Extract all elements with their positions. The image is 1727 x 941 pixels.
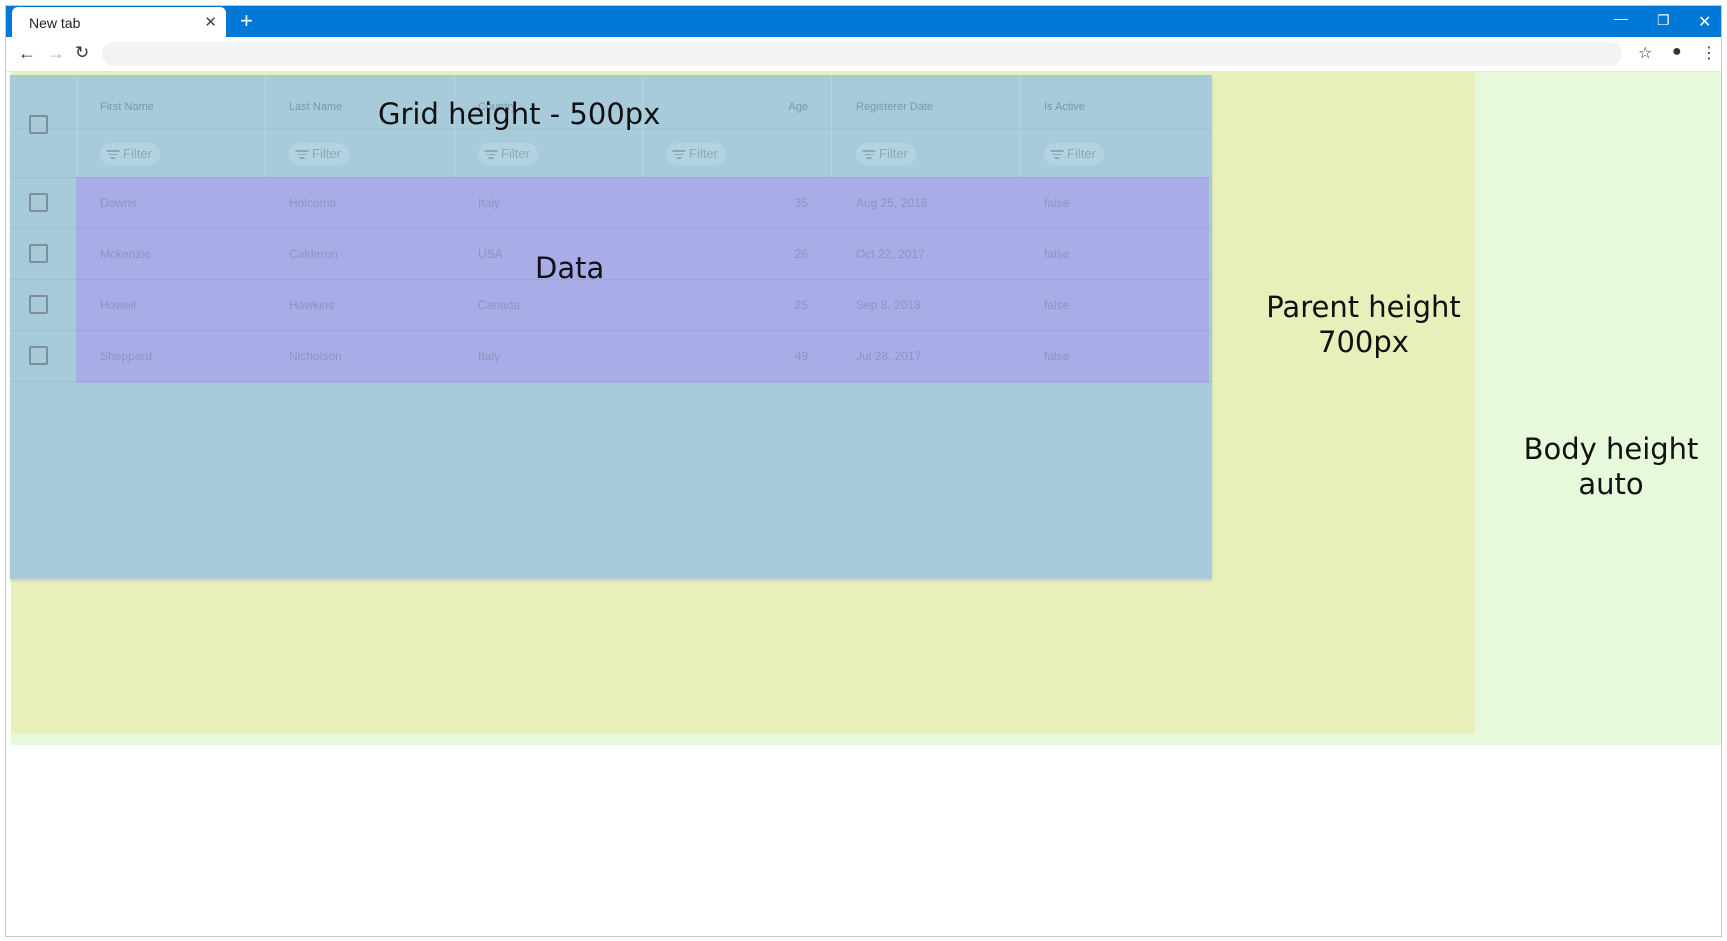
column-header-registered-date[interactable]: Registerer Date (856, 101, 933, 113)
restore-icon[interactable]: ❐ (1657, 12, 1670, 29)
table-cell: Oct 22, 2017 (856, 247, 925, 261)
row-divider (10, 279, 1212, 280)
filter-label: Filter (123, 146, 152, 161)
filter-label: Filter (501, 146, 530, 161)
filter-label: Filter (689, 146, 718, 161)
forward-icon[interactable]: → (47, 43, 65, 64)
table-cell: Aug 25, 2018 (856, 196, 928, 210)
browser-toolbar: ← → ↻ ☆ ● ⋮ (6, 37, 1721, 72)
more-vert-icon[interactable]: ⋮ (1701, 43, 1717, 63)
column-separator (265, 75, 266, 177)
table-cell: 26 (794, 247, 808, 261)
column-header-is-active[interactable]: Is Active (1044, 101, 1085, 113)
table-cell: Italy (478, 349, 501, 363)
column-header-last-name[interactable]: Last Name (289, 101, 342, 113)
table-cell: false (1044, 196, 1070, 210)
tab-title: New tab (29, 15, 81, 31)
filter-icon (862, 149, 875, 159)
account-icon[interactable]: ● (1672, 43, 1682, 61)
data-region (76, 177, 1209, 383)
browser-window: New tab ✕ + — ❐ ✕ ← → ↻ ☆ ● ⋮ First Name… (5, 5, 1722, 937)
table-cell: 25 (794, 298, 808, 312)
column-separator (831, 75, 832, 177)
reload-icon[interactable]: ↻ (75, 43, 89, 63)
filter-button-registered-date[interactable]: Filter (856, 143, 916, 165)
table-cell: Howell (100, 298, 137, 312)
table-cell: Nicholson (289, 349, 342, 363)
tab-new-tab[interactable]: New tab ✕ (12, 7, 226, 38)
filter-label: Filter (879, 146, 908, 161)
select-all-checkbox[interactable] (29, 115, 48, 134)
table-cell: Sheppard (100, 349, 153, 363)
filter-button-country[interactable]: Filter (478, 143, 538, 165)
close-icon[interactable]: ✕ (204, 13, 217, 31)
filter-label: Filter (312, 146, 341, 161)
table-cell: 35 (794, 196, 808, 210)
table-cell: Canada (478, 298, 521, 312)
row-divider (10, 177, 1212, 178)
column-header-first-name[interactable]: First Name (100, 101, 154, 113)
row-checkbox[interactable] (29, 244, 48, 263)
table-cell: Calderon (289, 247, 338, 261)
table-cell: false (1044, 298, 1070, 312)
table-cell: USA (478, 247, 503, 261)
star-icon[interactable]: ☆ (1638, 43, 1652, 63)
filter-button-age[interactable]: Filter (666, 143, 726, 165)
row-divider (10, 228, 1212, 229)
table-cell: Holcomb (289, 196, 337, 210)
filter-icon (484, 149, 497, 159)
minimize-icon[interactable]: — (1614, 10, 1628, 26)
filter-icon (106, 149, 119, 159)
body-height-label-line2: auto (1578, 466, 1644, 501)
parent-height-label-line1: Parent height (1266, 290, 1461, 324)
filter-icon (295, 149, 308, 159)
address-bar[interactable] (102, 42, 1622, 66)
table-cell: false (1044, 247, 1070, 261)
column-separator (1020, 75, 1021, 177)
table-cell: false (1044, 349, 1070, 363)
table-cell: Hawkins (289, 298, 335, 312)
filter-button-first-name[interactable]: Filter (100, 143, 160, 165)
table-cell: Jul 28, 2017 (856, 349, 922, 363)
close-icon[interactable]: ✕ (1698, 12, 1711, 32)
filter-label: Filter (1067, 146, 1096, 161)
column-separator (77, 75, 78, 177)
data-grid: First Name Last Name Country Age Registe… (10, 75, 1212, 579)
data-label: Data (535, 251, 605, 285)
filter-icon (1050, 149, 1063, 159)
plus-icon[interactable]: + (240, 8, 253, 34)
row-divider (10, 381, 1212, 382)
title-bar: New tab ✕ + — ❐ ✕ (6, 6, 1721, 38)
row-checkbox[interactable] (29, 193, 48, 212)
row-checkbox[interactable] (29, 295, 48, 314)
grid-height-label: Grid height - 500px (378, 97, 661, 131)
table-cell: 49 (794, 349, 808, 363)
body-height-label-line1: Body height (1523, 432, 1699, 466)
row-divider (10, 330, 1212, 331)
body-height-label: Body height auto (1506, 432, 1716, 502)
page-viewport: First Name Last Name Country Age Registe… (6, 72, 1721, 936)
row-checkbox[interactable] (29, 346, 48, 365)
filter-icon (672, 149, 685, 159)
parent-height-label-line2: 700px (1318, 324, 1409, 359)
parent-height-label: Parent height 700px (1251, 290, 1476, 360)
table-cell: Mckenzie (100, 247, 151, 261)
table-cell: Downs (100, 196, 137, 210)
filter-button-last-name[interactable]: Filter (289, 143, 349, 165)
filter-button-is-active[interactable]: Filter (1044, 143, 1104, 165)
table-cell: Italy (478, 196, 501, 210)
back-icon[interactable]: ← (18, 43, 36, 64)
table-cell: Sep 8, 2018 (856, 298, 921, 312)
